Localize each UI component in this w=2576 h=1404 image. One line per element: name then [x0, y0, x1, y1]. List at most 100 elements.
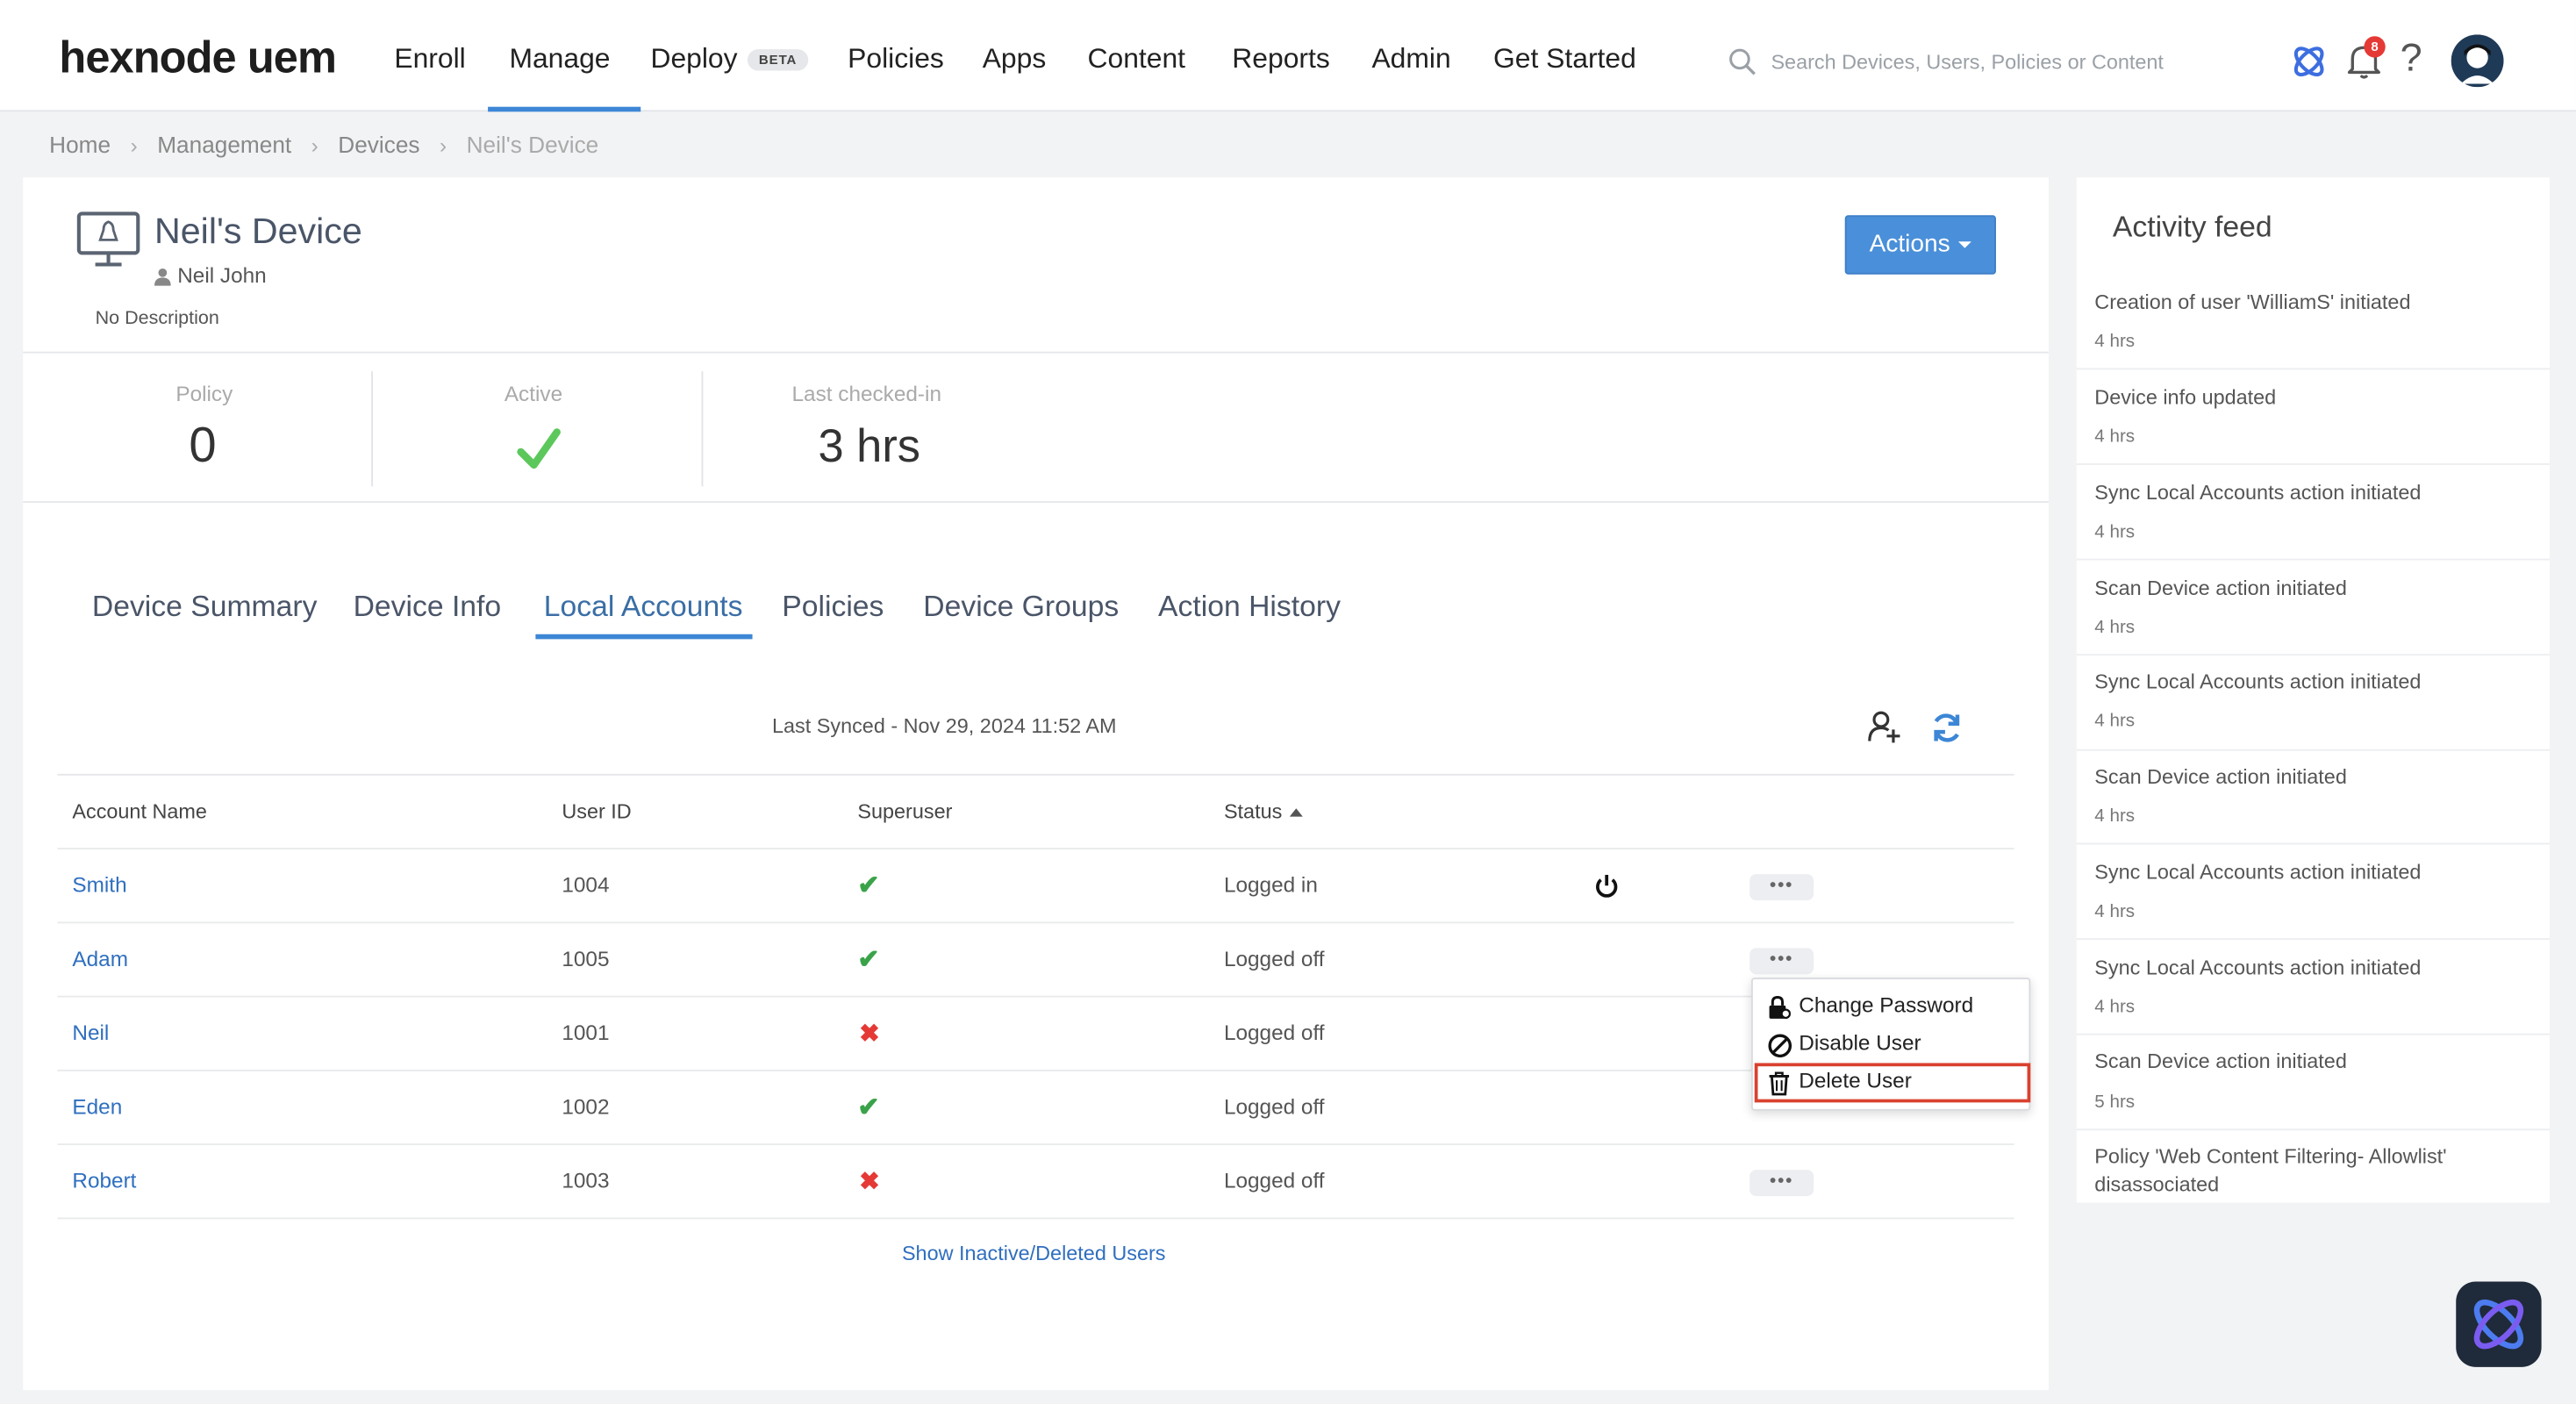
feed-item-time: 4 hrs [2094, 618, 2136, 638]
help-icon[interactable]: ? [2401, 36, 2422, 82]
account-name-link[interactable]: Smith [72, 872, 126, 897]
tab-device-info[interactable]: Device Info [354, 590, 502, 624]
feed-item-text: Scan Device action initiated [2094, 1049, 2347, 1073]
nav-apps[interactable]: Apps [983, 43, 1047, 75]
tab-policies[interactable]: Policies [782, 590, 884, 624]
feed-item-time: 4 hrs [2094, 522, 2136, 542]
feed-item-time: 4 hrs [2094, 332, 2136, 352]
superuser-check-icon: ✔ [857, 1094, 880, 1122]
user-id: 1005 [562, 946, 610, 971]
menu-label: Disable User [1799, 1029, 1921, 1056]
user-avatar[interactable] [2451, 34, 2504, 95]
feed-item-time: 5 hrs [2094, 1092, 2136, 1113]
column-user-id[interactable]: User ID [562, 800, 631, 823]
add-user-icon[interactable] [1868, 710, 1902, 753]
column-status[interactable]: Status [1224, 800, 1304, 823]
account-name-link[interactable]: Adam [72, 947, 128, 971]
feed-divider [2076, 842, 2550, 845]
device-stats [23, 351, 2049, 503]
row-more-button[interactable]: ••• [1750, 874, 1814, 901]
nav-deploy[interactable]: Deploy BETA [650, 42, 809, 75]
feed-item-text: Sync Local Accounts action initiated [2094, 861, 2422, 885]
breadcrumb-devices[interactable]: Devices [338, 132, 419, 158]
breadcrumb-management[interactable]: Management [157, 132, 291, 158]
superuser-check-icon: ✔ [857, 872, 880, 901]
superuser-check-icon: ✔ [857, 946, 880, 975]
sync-refresh-icon[interactable] [1930, 712, 1963, 753]
nav-policies[interactable]: Policies [848, 43, 944, 75]
feed-item-time: 4 hrs [2094, 806, 2136, 827]
local-accounts-table [57, 773, 2014, 1292]
status-text: Logged off [1223, 1168, 1325, 1193]
caret-down-icon [1958, 241, 1972, 248]
chevron-right-icon: › [311, 133, 318, 158]
feed-divider [2076, 1128, 2550, 1131]
status-text: Logged in [1223, 872, 1318, 898]
column-superuser[interactable]: Superuser [857, 800, 952, 823]
tab-local-accounts[interactable]: Local Accounts [535, 590, 753, 640]
nav-get-started[interactable]: Get Started [1493, 43, 1636, 75]
assistant-chat-button[interactable] [2456, 1281, 2542, 1367]
feed-item-text: Policy 'Web Content Filtering- Allowlist… [2094, 1145, 2447, 1197]
nav-deploy-label: Deploy [650, 42, 738, 75]
feed-divider [2076, 938, 2550, 941]
notifications-bell-icon[interactable]: 8 [2344, 36, 2386, 89]
actions-button[interactable]: Actions [1844, 215, 1996, 275]
ban-icon [1768, 1034, 1792, 1058]
nav-content[interactable]: Content [1088, 43, 1185, 75]
row-more-button[interactable]: ••• [1750, 1170, 1814, 1197]
row-more-button[interactable]: ••• [1750, 948, 1814, 975]
column-account-name[interactable]: Account Name [72, 800, 207, 823]
linux-desktop-icon [75, 211, 141, 278]
hexnode-logo[interactable]: hexnode uem [59, 32, 337, 83]
activity-feed-title: Activity feed [2112, 210, 2272, 244]
superuser-cross-icon: ✖ [859, 1020, 880, 1049]
hexnode-assist-icon[interactable] [2288, 41, 2329, 90]
feed-item-text: Creation of user 'WilliamS' initiated [2094, 290, 2411, 314]
hexnode-assist-icon [2473, 1300, 2524, 1350]
divider [701, 371, 704, 487]
active-label: Active [504, 381, 563, 406]
search-input[interactable] [1771, 46, 2215, 79]
nav-enroll[interactable]: Enroll [394, 43, 465, 75]
policy-count[interactable]: 0 [189, 419, 216, 475]
feed-item-time: 4 hrs [2094, 997, 2136, 1018]
nav-admin[interactable]: Admin [1371, 43, 1450, 75]
active-check-icon [516, 426, 562, 480]
device-user-name: Neil John [177, 262, 267, 288]
status-text: Logged off [1223, 1094, 1325, 1120]
feed-divider [2076, 463, 2550, 465]
feed-item-text: Sync Local Accounts action initiated [2094, 670, 2422, 694]
row-divider [57, 1143, 2014, 1146]
superuser-cross-icon: ✖ [859, 1168, 880, 1197]
account-name-link[interactable]: Neil [72, 1021, 109, 1045]
feed-item-text: Scan Device action initiated [2094, 577, 2347, 600]
chevron-right-icon: › [130, 133, 138, 158]
breadcrumb: Home › Management › Devices › Neil's Device [49, 132, 598, 158]
trash-icon [1769, 1071, 1790, 1096]
sort-ascending-icon [1290, 808, 1304, 817]
nav-reports[interactable]: Reports [1232, 43, 1329, 75]
feed-divider [2076, 558, 2550, 561]
account-name-link[interactable]: Robert [72, 1168, 136, 1193]
device-title: Neil's Device [154, 210, 362, 252]
nav-manage[interactable]: Manage [487, 43, 643, 112]
tab-device-groups[interactable]: Device Groups [923, 590, 1119, 624]
device-description: No Description [95, 309, 219, 329]
notification-count-badge: 8 [2364, 36, 2386, 58]
logout-power-icon[interactable] [1593, 872, 1620, 906]
row-divider [57, 1069, 2014, 1071]
breadcrumb-home[interactable]: Home [49, 132, 111, 158]
tab-device-summary[interactable]: Device Summary [92, 590, 318, 624]
breadcrumb-current: Neil's Device [466, 131, 599, 158]
menu-label: Delete User [1799, 1068, 1912, 1093]
device-user[interactable]: Neil John [154, 263, 267, 288]
show-inactive-users-link[interactable]: Show Inactive/Deleted Users [902, 1243, 1166, 1265]
last-checked-in-value: 3 hrs [818, 420, 921, 472]
feed-divider [2076, 368, 2550, 370]
feed-item-text: Sync Local Accounts action initiated [2094, 481, 2422, 505]
tab-action-history[interactable]: Action History [1158, 590, 1341, 624]
last-synced-text: Last Synced - Nov 29, 2024 11:52 AM [772, 714, 1117, 738]
feed-item-time: 4 hrs [2094, 901, 2136, 922]
account-name-link[interactable]: Eden [72, 1094, 122, 1119]
